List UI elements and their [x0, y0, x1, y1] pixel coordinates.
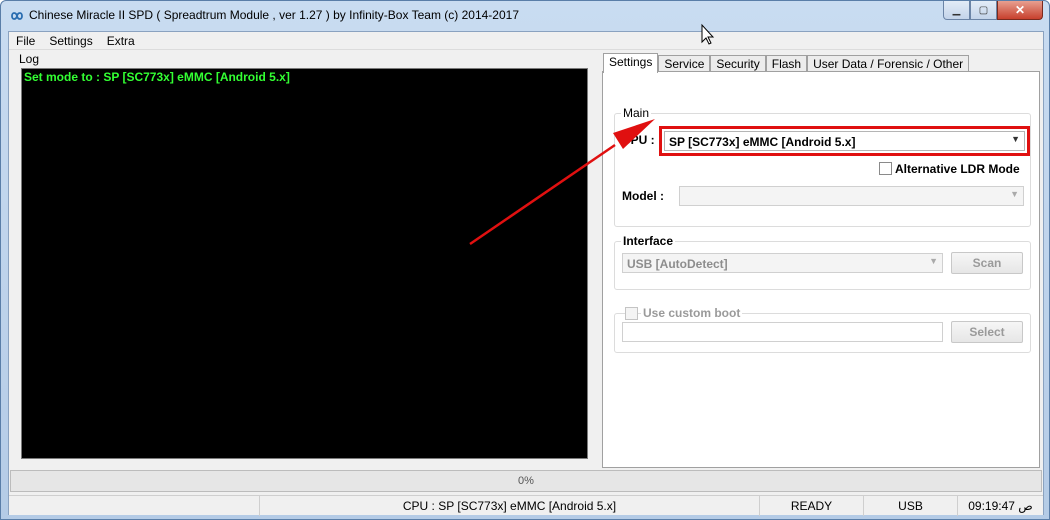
- select-button-label: Select: [969, 325, 1005, 339]
- interface-group-title: Interface: [621, 234, 676, 248]
- menu-extra[interactable]: Extra: [100, 32, 142, 49]
- status-cpu: CPU : SP [SC773x] eMMC [Android 5.x]: [259, 496, 759, 516]
- custom-boot-path-input[interactable]: [622, 322, 943, 342]
- menu-bar: File Settings Extra: [9, 32, 1043, 50]
- interface-group: Interface USB [AutoDetect] ▼ Scan: [614, 234, 1031, 290]
- custom-boot-checkbox[interactable]: [625, 307, 638, 320]
- client-area: File Settings Extra Log Set mode to : SP…: [8, 31, 1044, 516]
- log-line: Set mode to : SP [SC773x] eMMC [Android …: [24, 70, 290, 84]
- custom-boot-group: Use custom boot Select: [614, 306, 1031, 353]
- alt-ldr-checkbox[interactable]: [879, 162, 892, 175]
- minimize-button[interactable]: ▁: [943, 1, 970, 20]
- tab-settings[interactable]: Settings: [603, 53, 659, 73]
- settings-panel: Main CPU : SP [SC773x] eMMC [Android 5.x…: [602, 71, 1040, 468]
- alt-ldr-label: Alternative LDR Mode: [895, 162, 1020, 176]
- progress-bar: 0%: [10, 470, 1042, 492]
- title-bar[interactable]: Chinese Miracle II SPD ( Spreadtrum Modu…: [1, 1, 1049, 31]
- model-label: Model :: [622, 189, 664, 203]
- status-bar: CPU : SP [SC773x] eMMC [Android 5.x] REA…: [9, 495, 1043, 516]
- cpu-label: CPU :: [622, 133, 655, 147]
- status-time: 09:19:47 ص: [957, 496, 1043, 516]
- cpu-select[interactable]: SP [SC773x] eMMC [Android 5.x] ▼: [664, 131, 1025, 151]
- window-controls: ▁ ▢ ✕: [943, 1, 1043, 20]
- model-select[interactable]: ▼: [679, 186, 1024, 206]
- close-icon: ✕: [1014, 3, 1026, 17]
- main-group-title: Main: [621, 106, 652, 120]
- chevron-down-icon: ▼: [1010, 189, 1019, 199]
- chevron-down-icon: ▼: [929, 256, 938, 266]
- app-window: Chinese Miracle II SPD ( Spreadtrum Modu…: [0, 0, 1050, 520]
- maximize-icon: ▢: [978, 4, 989, 16]
- status-interface: USB: [863, 496, 957, 516]
- status-state: READY: [759, 496, 863, 516]
- progress-label: 0%: [518, 475, 534, 487]
- log-label: Log: [19, 52, 40, 66]
- custom-boot-label: Use custom boot: [641, 306, 743, 320]
- tab-strip: Settings Service Security Flash User Dat…: [603, 53, 970, 73]
- close-button[interactable]: ✕: [997, 1, 1043, 20]
- window-title: Chinese Miracle II SPD ( Spreadtrum Modu…: [29, 8, 519, 22]
- maximize-button[interactable]: ▢: [970, 1, 997, 20]
- interface-select[interactable]: USB [AutoDetect] ▼: [622, 253, 943, 273]
- interface-select-value: USB [AutoDetect]: [627, 257, 728, 271]
- main-group: Main CPU : SP [SC773x] eMMC [Android 5.x…: [614, 106, 1031, 227]
- log-output[interactable]: Set mode to : SP [SC773x] eMMC [Android …: [21, 68, 588, 459]
- chevron-down-icon: ▼: [1011, 134, 1020, 144]
- cpu-select-value: SP [SC773x] eMMC [Android 5.x]: [669, 135, 856, 149]
- menu-file[interactable]: File: [9, 32, 42, 49]
- scan-button-label: Scan: [972, 256, 1002, 270]
- menu-settings[interactable]: Settings: [42, 32, 99, 49]
- infinity-icon: [11, 12, 23, 20]
- minimize-icon: ▁: [952, 4, 961, 16]
- scan-button[interactable]: Scan: [951, 252, 1023, 274]
- select-button[interactable]: Select: [951, 321, 1023, 343]
